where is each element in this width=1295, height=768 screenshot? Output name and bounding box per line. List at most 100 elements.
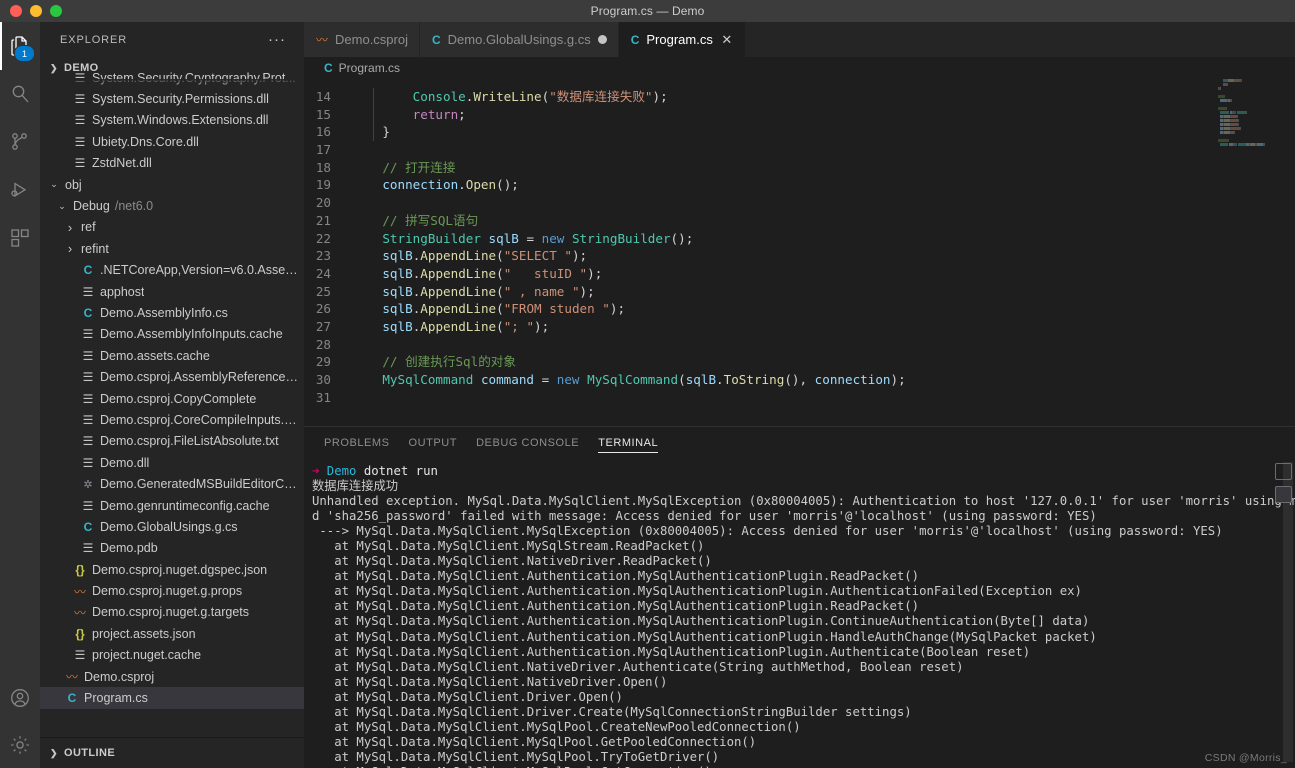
tree-item[interactable]: ☰project.nuget.cache — [40, 645, 304, 666]
tree-item-label: Program.cs — [84, 691, 148, 705]
minimap-line — [1218, 103, 1281, 106]
tree-item[interactable]: ☰apphost — [40, 281, 304, 302]
tree-item[interactable]: ⌄obj — [40, 174, 304, 195]
tree-item[interactable]: ☰Demo.assets.cache — [40, 345, 304, 366]
tree-item[interactable]: {}Demo.csproj.nuget.dgspec.json — [40, 559, 304, 580]
activity-item-search[interactable] — [0, 70, 40, 118]
bottom-panel: PROBLEMS OUTPUT DEBUG CONSOLE TERMINAL ➜ De… — [304, 426, 1295, 768]
code-line: 26 sqlB.AppendLine("FROM studen "); — [304, 300, 1295, 318]
terminal-scrollbar-thumb[interactable] — [1283, 462, 1293, 762]
tree-item[interactable]: ☰Demo.pdb — [40, 538, 304, 559]
tree-item[interactable]: CDemo.AssemblyInfo.cs — [40, 302, 304, 323]
terminal-scrollbar[interactable] — [1281, 458, 1295, 768]
close-icon[interactable]: ✕ — [720, 32, 734, 48]
tree-item[interactable]: C Program.cs — [40, 687, 304, 708]
minimap-line — [1218, 143, 1281, 146]
tree-item[interactable]: 〰Demo.csproj.nuget.g.targets — [40, 602, 304, 623]
tree-item-label: project.nuget.cache — [92, 648, 201, 662]
terminal-command: dotnet run — [356, 464, 437, 478]
terminal-line: at MySql.Data.MySqlClient.Authentication… — [312, 614, 1295, 629]
lines-icon: ☰ — [81, 392, 95, 406]
lines-icon: ☰ — [81, 434, 95, 448]
tree-item[interactable]: ⌄Debug/net6.0 — [40, 195, 304, 216]
tree-item[interactable]: ☰System.Security.Permissions.dll — [40, 88, 304, 109]
tree-item[interactable]: ☰Demo.csproj.AssemblyReference.... — [40, 366, 304, 387]
tree-item[interactable]: C.NETCoreApp,Version=v6.0.Assem... — [40, 260, 304, 281]
chevron-right-icon: › — [64, 241, 76, 256]
terminal-instance-1[interactable] — [1275, 463, 1292, 480]
tree-item[interactable]: ☰Demo.csproj.FileListAbsolute.txt — [40, 431, 304, 452]
minimap-line — [1218, 79, 1281, 82]
panel-tab[interactable]: OUTPUT — [409, 427, 458, 458]
tree-item-label: Demo.csproj.CopyComplete — [100, 392, 256, 406]
activity-item-manage[interactable] — [0, 722, 40, 768]
tree-item[interactable]: ✲Demo.GeneratedMSBuildEditorCo... — [40, 473, 304, 494]
tree-item[interactable]: ☰System.Security.Cryptography.Prot... — [40, 67, 304, 88]
activity-item-run-and-debug[interactable] — [0, 166, 40, 214]
tree-item[interactable]: ☰ZstdNet.dll — [40, 153, 304, 174]
json-icon: {} — [73, 563, 87, 577]
line-number: 18 — [304, 159, 352, 177]
code-line-text: // 创建执行Sql的对象 — [352, 353, 516, 371]
panel-tab[interactable]: PROBLEMS — [324, 427, 390, 458]
activity-item-explorer[interactable]: 1 — [0, 22, 40, 70]
code-line: 14 Console.WriteLine("数据库连接失败"); — [304, 88, 1295, 106]
terminal-line: at MySql.Data.MySqlClient.Authentication… — [312, 584, 1295, 599]
line-number: 31 — [304, 389, 352, 407]
lines-icon: ☰ — [73, 135, 87, 149]
terminal-line: at MySql.Data.MySqlClient.NativeDriver.O… — [312, 675, 1295, 690]
editor-tab-label: Program.cs — [646, 32, 712, 47]
tree-item[interactable]: ☰Demo.csproj.CoreCompileInputs.c... — [40, 409, 304, 430]
code-lines: 14 Console.WriteLine("数据库连接失败");15 retur… — [304, 79, 1295, 406]
activity-item-source-control[interactable] — [0, 118, 40, 166]
panel-tab[interactable]: TERMINAL — [598, 427, 658, 458]
file-tree[interactable]: ☰System.Security.Cryptography.Prot...☰Sy… — [40, 67, 304, 723]
explorer-more-actions-button[interactable]: ··· — [268, 37, 286, 43]
lines-icon: ☰ — [73, 92, 87, 106]
tree-item[interactable]: CDemo.GlobalUsings.g.cs — [40, 516, 304, 537]
editor-tab[interactable]: 〰Demo.csproj — [304, 22, 420, 57]
xml-icon: 〰 — [65, 668, 79, 685]
tree-item[interactable]: {}project.assets.json — [40, 623, 304, 644]
terminal-instance-2[interactable] — [1275, 486, 1292, 503]
tree-item[interactable]: 〰Demo.csproj.nuget.g.props — [40, 580, 304, 601]
breadcrumb-file-label: Program.cs — [339, 61, 400, 75]
cs-icon: C — [631, 33, 640, 47]
tree-item[interactable]: ☰Demo.genruntimeconfig.cache — [40, 495, 304, 516]
terminal-output[interactable]: ➜ Demo dotnet run数据库连接成功Unhandled except… — [304, 458, 1295, 768]
panel-tab[interactable]: DEBUG CONSOLE — [476, 427, 579, 458]
outline-section-header[interactable]: ❯ OUTLINE — [40, 737, 304, 768]
tree-item[interactable]: ☰Demo.dll — [40, 452, 304, 473]
editor-tab[interactable]: C Program.cs ✕ — [619, 22, 746, 57]
lines-icon: ☰ — [81, 456, 95, 470]
tree-item[interactable]: ☰Demo.AssemblyInfoInputs.cache — [40, 324, 304, 345]
minimap[interactable] — [1215, 79, 1281, 426]
tree-item[interactable]: ☰System.Windows.Extensions.dll — [40, 110, 304, 131]
tree-item[interactable]: 〰Demo.csproj — [40, 666, 304, 687]
terminal-line: at MySql.Data.MySqlClient.MySqlStream.Re… — [312, 539, 1295, 554]
terminal-line: at MySql.Data.MySqlClient.NativeDriver.A… — [312, 660, 1295, 675]
breadcrumb[interactable]: C Program.cs — [304, 57, 1295, 79]
editor-tab[interactable]: CDemo.GlobalUsings.g.cs — [420, 22, 619, 57]
terminal-prompt-line: ➜ Demo dotnet run — [312, 464, 1295, 479]
terminal-line: d 'sha256_password' failed with message:… — [312, 509, 1295, 524]
terminal-line: at MySql.Data.MySqlClient.MySqlPool.TryT… — [312, 750, 1295, 765]
activity-item-extensions[interactable] — [0, 214, 40, 262]
tree-item-label: Demo.csproj.AssemblyReference.... — [100, 370, 298, 384]
tree-item-label: Demo.csproj.CoreCompileInputs.c... — [100, 413, 298, 427]
tree-item[interactable]: ☰ Demo.csproj.CopyComplete — [40, 388, 304, 409]
editor-vertical-scrollbar[interactable] — [1281, 79, 1295, 426]
tree-item[interactable]: ›refint — [40, 238, 304, 259]
terminal-line: ---> MySql.Data.MySqlClient.MySqlExcepti… — [312, 524, 1295, 539]
activity-item-accounts[interactable] — [0, 674, 40, 722]
cs-icon: C — [81, 306, 95, 320]
minimap-line — [1218, 83, 1281, 86]
sidebar-explorer: EXPLORER ··· ❯ DEMO ☰System.Security.Cry… — [40, 22, 304, 768]
account-icon — [8, 686, 32, 710]
tree-item[interactable]: ›ref — [40, 217, 304, 238]
tree-item[interactable]: ☰Ubiety.Dns.Core.dll — [40, 131, 304, 152]
code-editor[interactable]: 14 Console.WriteLine("数据库连接失败");15 retur… — [304, 79, 1295, 426]
unsaved-indicator[interactable] — [598, 35, 607, 44]
cs-icon: C — [65, 691, 79, 705]
terminal-line: Unhandled exception. MySql.Data.MySqlCli… — [312, 494, 1295, 509]
